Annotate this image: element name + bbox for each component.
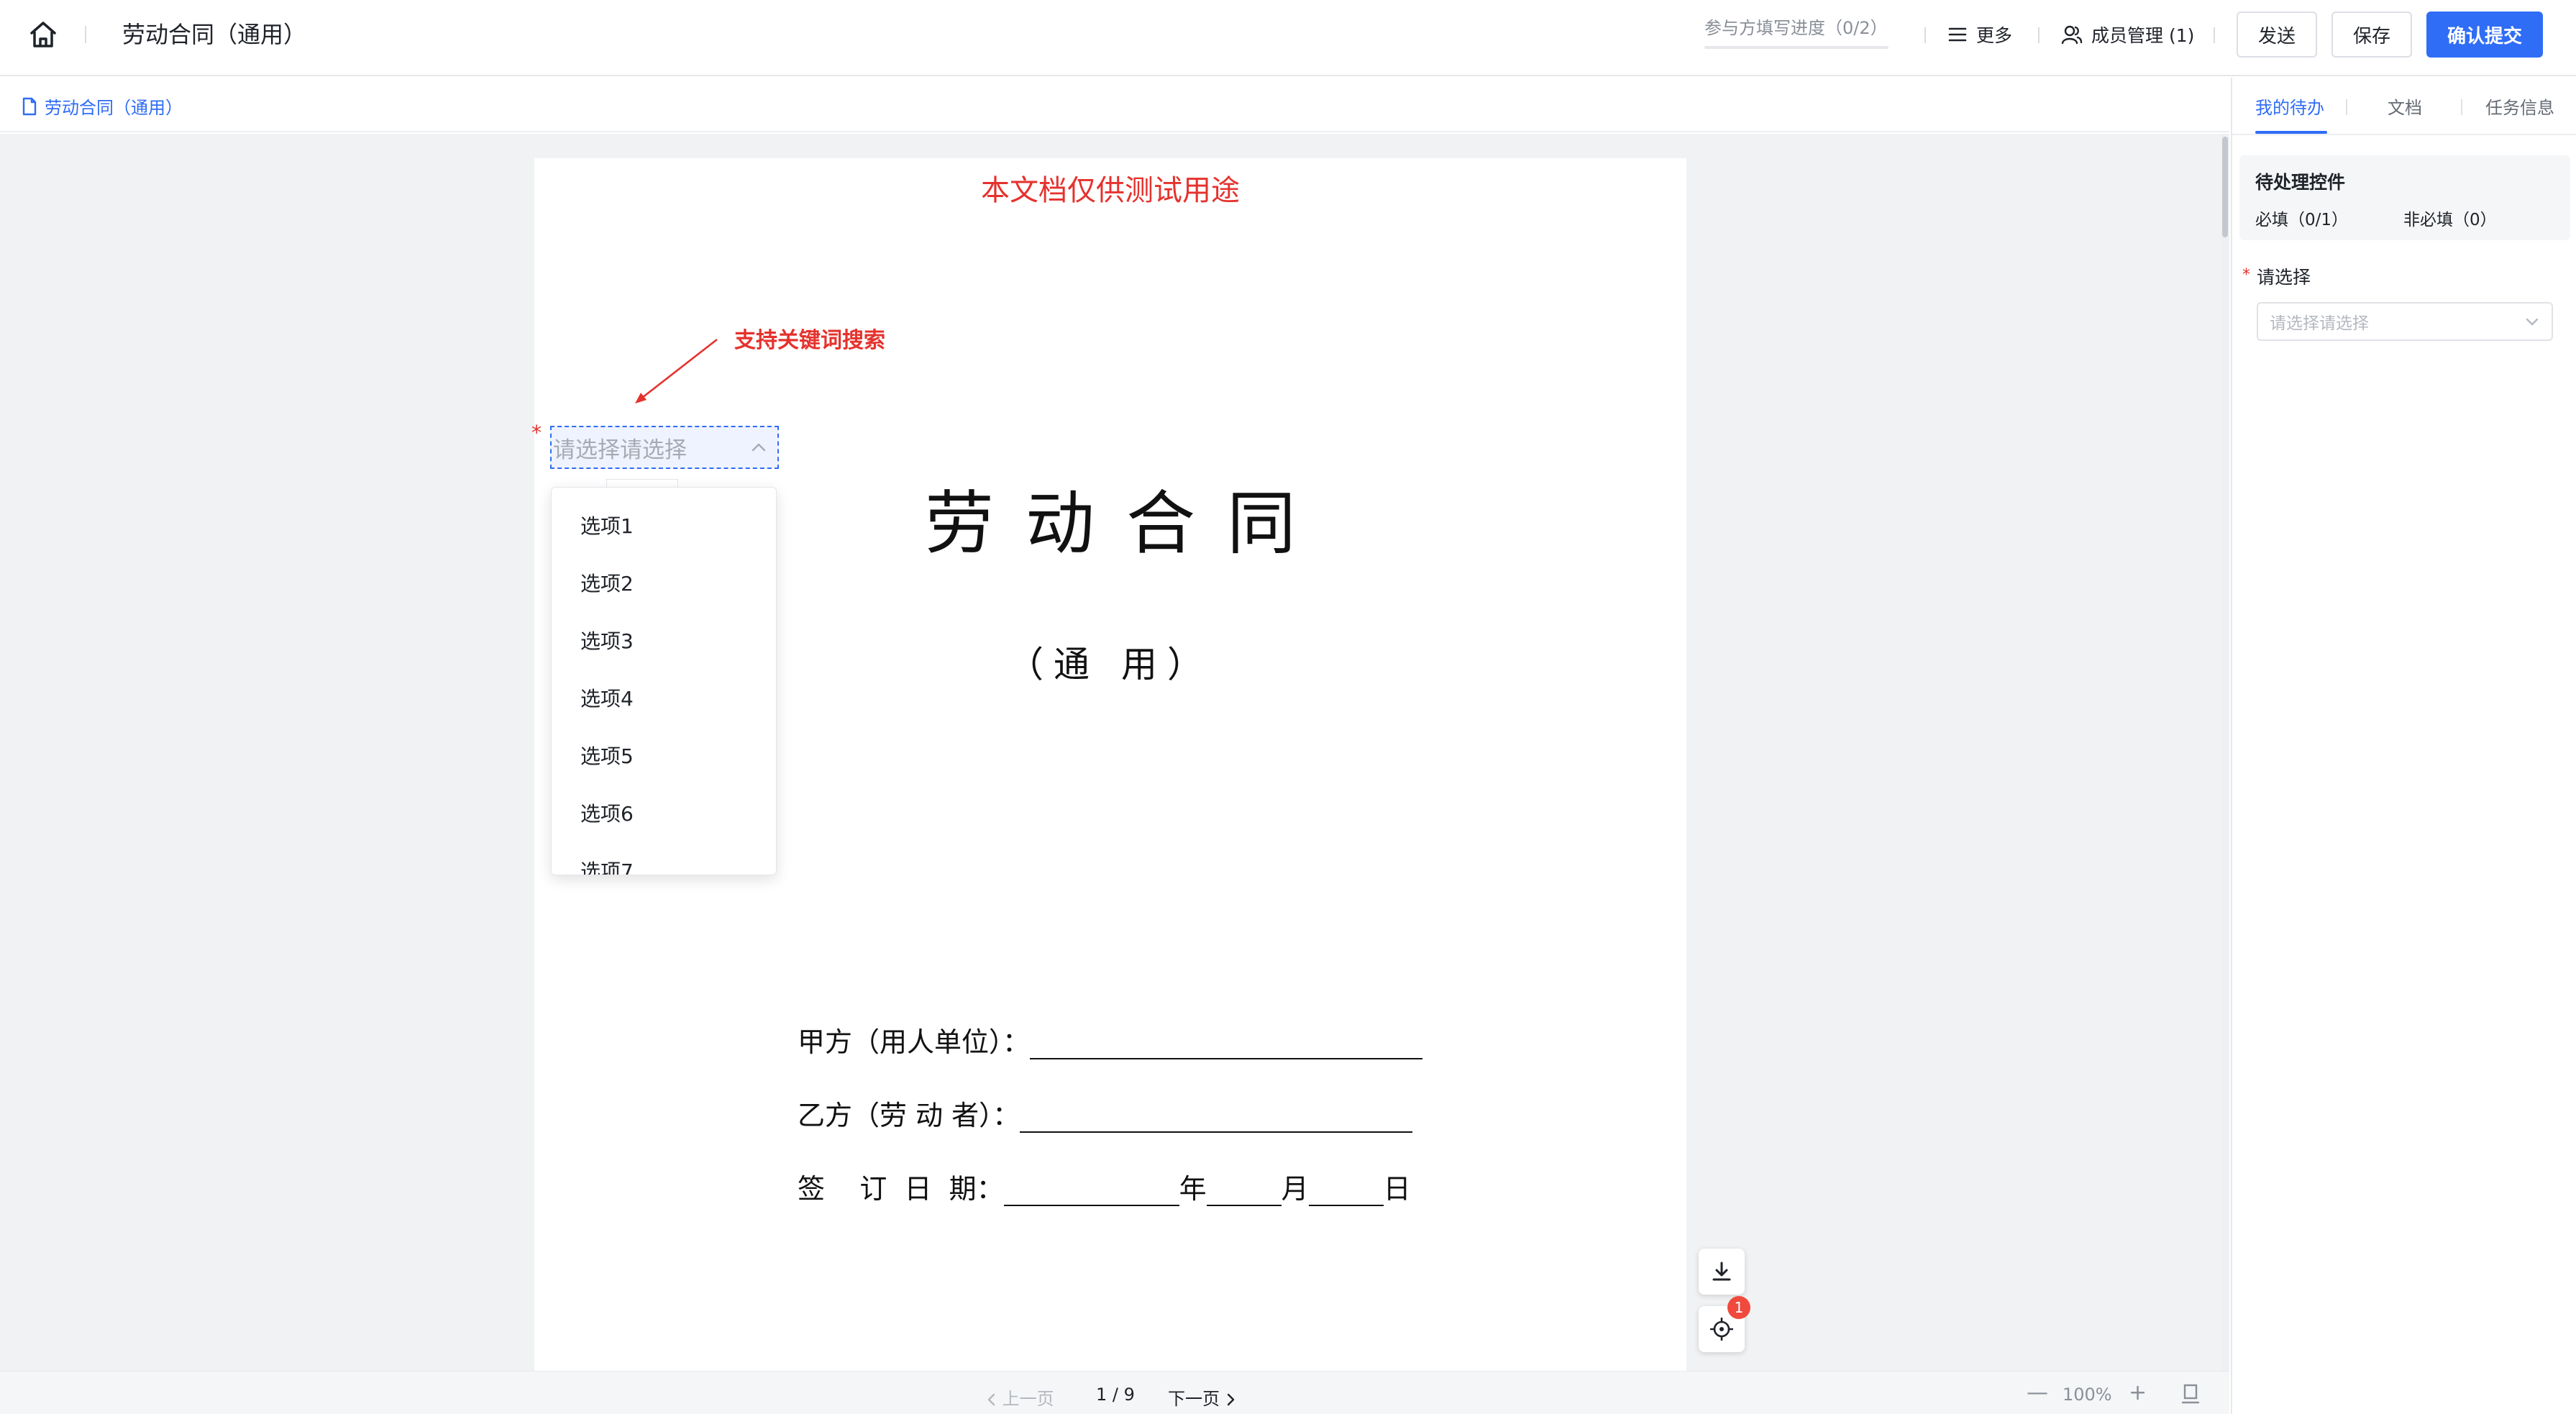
required-mark: * <box>2242 266 2250 284</box>
user-icon <box>2061 24 2083 45</box>
pending-title: 待处理控件 <box>2255 172 2346 193</box>
required-mark: * <box>531 421 542 444</box>
members-label: 成员管理 (1) <box>2091 25 2195 46</box>
confirm-submit-button[interactable]: 确认提交 <box>2426 12 2543 58</box>
members-button[interactable]: 成员管理 (1) <box>2061 20 2194 49</box>
chevron-left-icon <box>987 1392 997 1407</box>
pending-controls-card: 待处理控件 必填（0/1） 非必填（0） <box>2239 155 2570 240</box>
arrow-icon <box>628 335 721 407</box>
previous-page-button[interactable]: 上一页 <box>987 1385 1054 1410</box>
chevron-down-icon <box>2524 316 2540 327</box>
select-placeholder: 请选择请选择 <box>553 437 687 463</box>
party-b-blank <box>1020 1104 1413 1133</box>
dropdown-option[interactable]: 选项5 <box>552 728 776 785</box>
divider <box>85 26 86 43</box>
select-placeholder: 请选择请选择 <box>2270 314 2369 333</box>
more-label: 更多 <box>1976 25 2013 46</box>
page-navigation-bar: 上一页 1 / 9 下一页 — 100% + <box>0 1371 2229 1414</box>
top-bar: 劳动合同（通用） 参与方填写进度（0/2） 更多 成员管理 (1) 发送 保存 … <box>0 0 2576 76</box>
progress-track <box>1704 46 1888 49</box>
page-indicator: 1 / 9 <box>1096 1385 1135 1405</box>
home-icon[interactable] <box>26 17 60 52</box>
zoom-out-button[interactable]: — <box>2027 1380 2048 1405</box>
day-label: 日 <box>1383 1173 1411 1205</box>
next-page-label: 下一页 <box>1168 1389 1220 1409</box>
day-blank <box>1308 1177 1384 1206</box>
active-tab-indicator <box>2255 131 2327 134</box>
chevron-up-icon <box>750 442 767 453</box>
document-workspace[interactable]: 本文档仅供测试用途 支持关键词搜索 * 请选择请选择 选项1 选项2 选项3 选… <box>0 134 2229 1371</box>
party-a-label: 甲方（用人单位）： <box>798 1026 1031 1058</box>
zoom-level: 100% <box>2063 1385 2112 1405</box>
party-b-label: 乙方（劳 动 者）： <box>798 1100 1020 1131</box>
divider <box>1924 27 1926 43</box>
test-watermark: 本文档仅供测试用途 <box>981 174 1240 207</box>
next-page-button[interactable]: 下一页 <box>1168 1385 1236 1410</box>
panel-tabs: 我的待办 文档 任务信息 <box>2232 78 2576 135</box>
fit-page-icon[interactable] <box>2180 1383 2201 1405</box>
save-button[interactable]: 保存 <box>2331 12 2412 58</box>
file-icon <box>22 97 37 116</box>
month-label: 月 <box>1281 1173 1309 1205</box>
year-label: 年 <box>1179 1173 1207 1205</box>
workspace-scrollbar[interactable] <box>2221 134 2229 1371</box>
crosshair-icon <box>1710 1318 1733 1341</box>
contract-heading: 劳动合同 <box>925 483 1328 564</box>
locate-button[interactable]: 1 <box>1699 1296 1750 1352</box>
dropdown-option[interactable]: 选项7 <box>552 843 776 875</box>
party-a-blank <box>1030 1031 1423 1059</box>
contract-subheading: （通 用） <box>1008 644 1213 685</box>
breadcrumb-label: 劳动合同（通用） <box>45 98 183 118</box>
scrollbar-thumb[interactable] <box>2222 137 2228 237</box>
party-a-row: 甲方（用人单位）： <box>798 1020 1423 1059</box>
panel-select-field[interactable]: 请选择请选择 <box>2257 302 2553 341</box>
breadcrumb[interactable]: 劳动合同（通用） <box>22 93 183 119</box>
divider <box>2038 27 2040 43</box>
download-icon <box>1711 1261 1732 1282</box>
sign-date-row: 签 订 日 期： 年 月 日 <box>798 1167 1411 1206</box>
progress-label: 参与方填写进度（0/2） <box>1704 18 1888 38</box>
download-button[interactable] <box>1699 1249 1745 1295</box>
send-button[interactable]: 发送 <box>2237 12 2317 58</box>
divider <box>2461 99 2462 115</box>
document-page: 本文档仅供测试用途 支持关键词搜索 * 请选择请选择 选项1 选项2 选项3 选… <box>531 158 1686 1371</box>
optional-count[interactable]: 非必填（0） <box>2403 206 2497 230</box>
right-side-panel: 我的待办 文档 任务信息 待处理控件 必填（0/1） 非必填（0） * 请选择 … <box>2231 78 2576 1414</box>
chevron-right-icon <box>1225 1392 1236 1407</box>
field-label: 请选择 <box>2257 267 2311 288</box>
menu-icon <box>1947 26 1968 43</box>
search-hint-annotation: 支持关键词搜索 <box>734 328 885 353</box>
year-blank <box>1003 1177 1179 1206</box>
divider <box>2346 99 2347 115</box>
document-title: 劳动合同（通用） <box>122 21 307 48</box>
tab-task-info[interactable]: 任务信息 <box>2485 93 2554 119</box>
fill-progress: 参与方填写进度（0/2） <box>1704 16 1888 49</box>
required-count[interactable]: 必填（0/1） <box>2255 206 2348 230</box>
document-select-field[interactable]: 请选择请选择 <box>550 426 779 469</box>
zoom-in-button[interactable]: + <box>2129 1380 2147 1405</box>
notification-badge: 1 <box>1727 1296 1750 1319</box>
tab-my-todo[interactable]: 我的待办 <box>2255 93 2324 119</box>
more-button[interactable]: 更多 <box>1947 20 2012 49</box>
divider <box>2214 27 2215 43</box>
sign-date-label: 签 订 日 期： <box>798 1173 1004 1205</box>
dropdown-option[interactable]: 选项6 <box>552 785 776 843</box>
document-tab-row: 劳动合同（通用） <box>0 78 2229 132</box>
tab-document[interactable]: 文档 <box>2388 93 2422 119</box>
party-b-row: 乙方（劳 动 者）： <box>798 1093 1413 1133</box>
month-blank <box>1206 1177 1282 1206</box>
previous-page-label: 上一页 <box>1002 1389 1054 1409</box>
